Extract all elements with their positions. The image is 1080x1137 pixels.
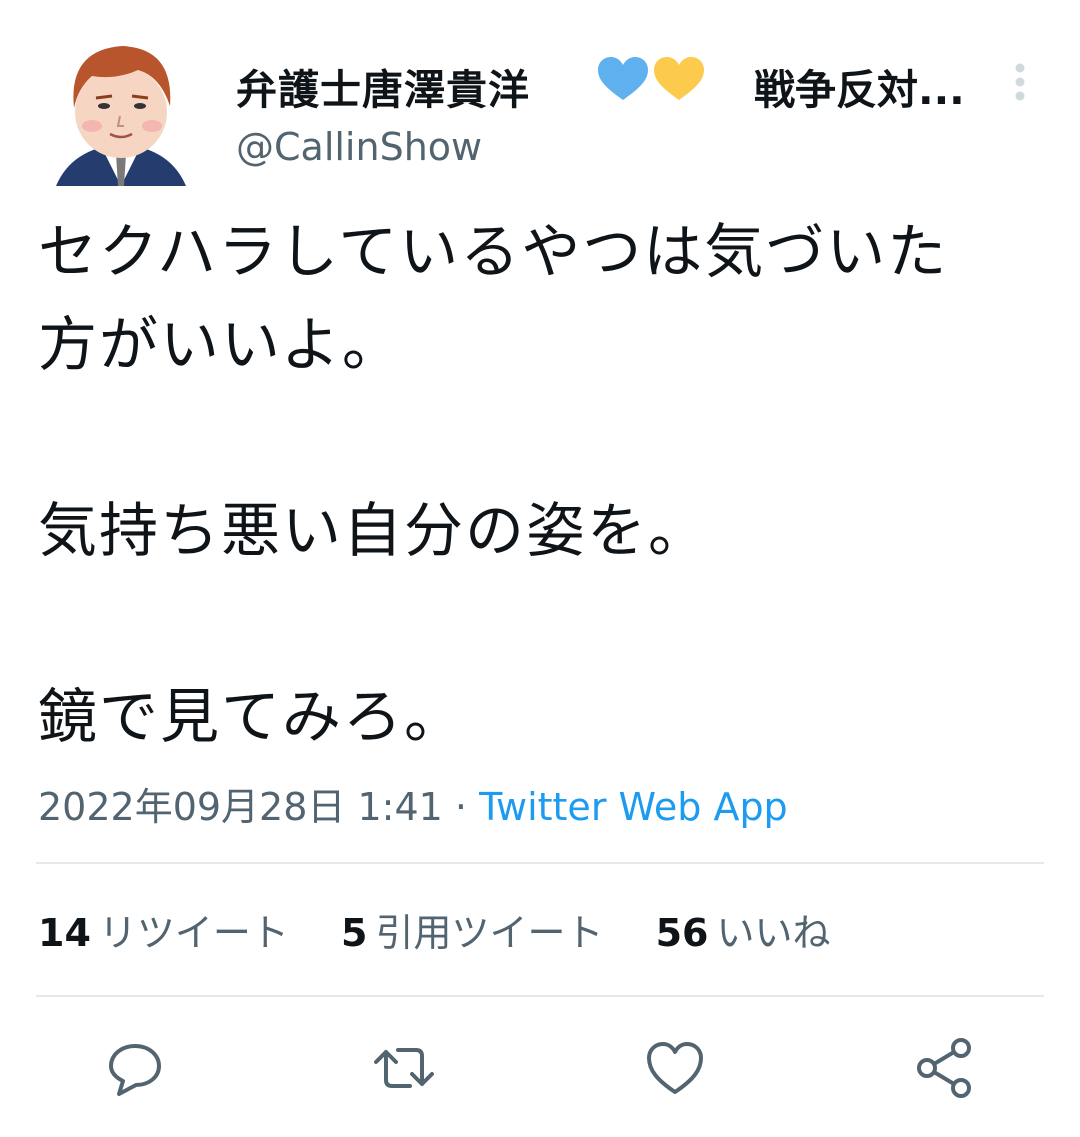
tweet-text: セクハラしているやつは気づいた 方がいいよ。 気持ち悪い自分の姿を。 鏡で見てみ… — [38, 217, 949, 751]
author-display-name[interactable]: 弁護士唐澤貴洋 — [236, 56, 530, 116]
heart-emoji-badges — [596, 54, 706, 106]
tweet-action-bar — [0, 1030, 1080, 1110]
share-icon[interactable] — [913, 1036, 977, 1100]
stat-likes[interactable]: 56 いいね — [656, 902, 831, 957]
tweet-timestamp[interactable]: 2022年09月28日 1:41 — [38, 785, 443, 829]
blue-heart-icon — [598, 57, 648, 100]
author-handle[interactable]: @CallinShow — [236, 125, 482, 169]
avatar[interactable] — [52, 36, 190, 194]
stat-label: いいね — [716, 911, 831, 955]
meta-separator: · — [442, 785, 480, 829]
tweet-source-link[interactable]: Twitter Web App — [479, 785, 788, 829]
stat-label: リツイート — [98, 911, 289, 955]
stat-count: 14 — [38, 911, 91, 955]
tweet-meta: 2022年09月28日 1:41 · Twitter Web App — [38, 776, 788, 831]
stat-quote-tweets[interactable]: 5 引用ツイート — [341, 902, 603, 957]
author-name-row: 弁護士唐澤貴洋 戦争反対... — [236, 52, 1036, 114]
yellow-heart-icon — [654, 57, 704, 100]
stat-count: 5 — [341, 911, 368, 955]
stat-count: 56 — [655, 911, 709, 955]
divider — [36, 862, 1044, 864]
like-icon[interactable] — [643, 1036, 707, 1100]
stat-label: 引用ツイート — [375, 911, 604, 955]
author-name-suffix[interactable]: 戦争反対... — [754, 56, 965, 116]
retweet-icon[interactable] — [372, 1036, 436, 1100]
tweet-stats: 14 リツイート 5 引用ツイート 56 いいね — [38, 902, 870, 957]
reply-icon[interactable] — [103, 1036, 167, 1100]
divider — [36, 995, 1044, 997]
stat-retweets[interactable]: 14 リツイート — [38, 902, 289, 957]
more-options-icon[interactable] — [1008, 58, 1032, 106]
